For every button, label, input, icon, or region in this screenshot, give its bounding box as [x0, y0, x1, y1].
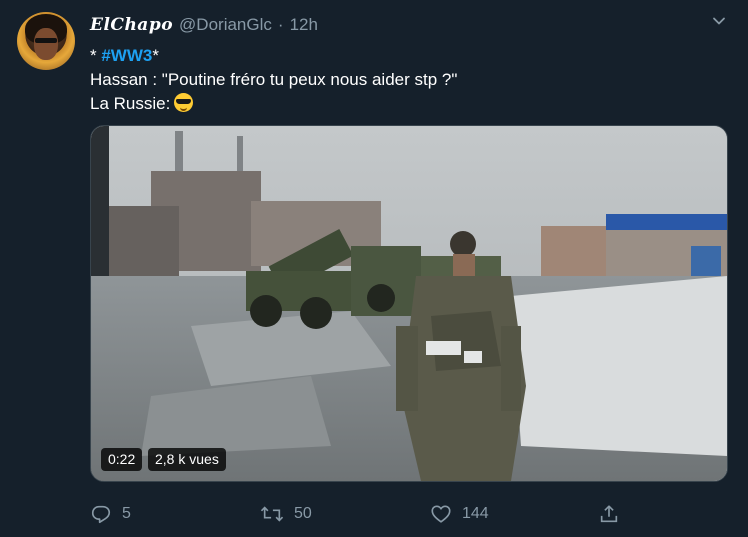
separator-dot: · [277, 15, 284, 34]
share-icon [598, 503, 620, 525]
more-options-icon[interactable] [712, 14, 726, 28]
avatar-glasses [35, 38, 57, 43]
like-button[interactable]: 144 [430, 503, 489, 525]
video-views: 2,8 k vues [148, 448, 226, 471]
sunglasses-emoji-icon [174, 93, 194, 112]
display-name[interactable]: ElChapo [90, 15, 173, 35]
tweet-line-2: Hassan : "Poutine fréro tu peux nous aid… [90, 70, 458, 89]
like-count: 144 [462, 505, 489, 522]
heart-icon [430, 503, 452, 525]
share-button[interactable] [598, 503, 620, 525]
reply-icon [90, 503, 112, 525]
avatar-face [34, 28, 58, 60]
hashtag-link[interactable]: #WW3 [101, 46, 152, 65]
avatar[interactable] [17, 12, 75, 70]
tweet[interactable]: ElChapo @DorianGlc · 12h * #WW3* Hassan … [0, 0, 748, 537]
tweet-text: * #WW3* Hassan : "Poutine fréro tu peux … [90, 44, 457, 116]
asterisk-prefix: * [90, 46, 102, 65]
tweet-line-1: * #WW3* [90, 44, 457, 68]
video-duration: 0:22 [101, 448, 143, 471]
tweet-line-3-text: La Russie: [90, 94, 171, 113]
retweet-button[interactable]: 50 [260, 503, 312, 525]
tweet-timestamp[interactable]: 12h [290, 15, 318, 35]
video-player[interactable]: 0:22 2,8 k vues [90, 125, 728, 482]
video-frame [91, 126, 727, 481]
user-handle[interactable]: @DorianGlc [179, 15, 272, 35]
reply-count: 5 [122, 505, 131, 522]
action-bar: 5 50 144 [90, 503, 730, 527]
retweet-count: 50 [294, 505, 312, 522]
tweet-line-3: La Russie: [90, 92, 457, 116]
reply-button[interactable]: 5 [90, 503, 131, 525]
retweet-icon [260, 503, 284, 525]
tweet-header: ElChapo @DorianGlc · 12h [90, 12, 318, 38]
asterisk-suffix: * [152, 46, 159, 65]
